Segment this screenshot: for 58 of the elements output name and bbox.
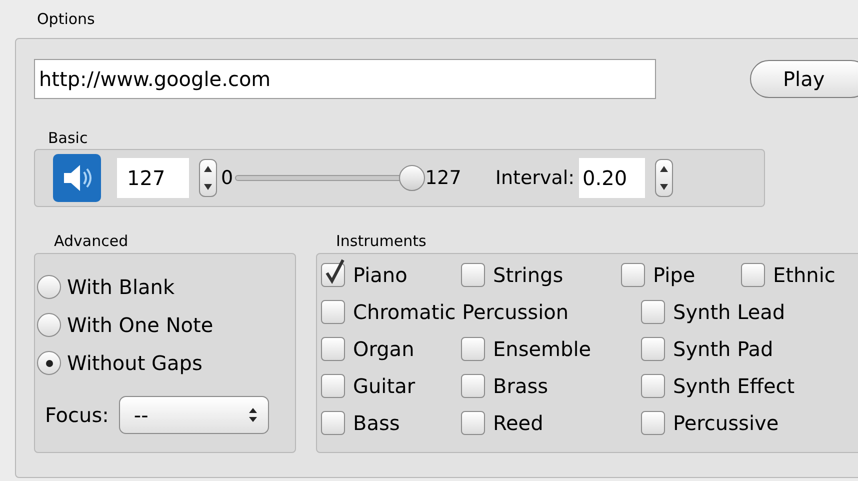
checkbox[interactable]	[461, 410, 485, 434]
focus-dropdown[interactable]: --	[118, 396, 269, 434]
instrument-checkbox[interactable]: Synth Lead	[641, 296, 786, 326]
down-arrow-icon[interactable]	[660, 184, 668, 190]
volume-field[interactable]: 127	[117, 158, 189, 198]
radio-button[interactable]	[37, 351, 61, 375]
checkbox[interactable]	[461, 374, 485, 398]
instrument-checkbox[interactable]: Strings	[461, 260, 564, 290]
checkbox[interactable]	[461, 262, 485, 286]
checkbox[interactable]	[321, 300, 345, 324]
group-title: Options	[36, 9, 96, 30]
interval-field[interactable]: 0.20	[578, 158, 645, 198]
checkbox[interactable]	[321, 374, 345, 398]
instrument-checkbox[interactable]: Organ	[321, 334, 414, 364]
checkbox[interactable]	[621, 262, 645, 286]
speaker-icon[interactable]	[53, 154, 101, 202]
radio-option[interactable]: Without Gaps	[37, 344, 202, 382]
volume-slider[interactable]	[235, 165, 426, 191]
radio-button[interactable]	[37, 313, 61, 337]
checkbox[interactable]	[641, 410, 665, 434]
interval-stepper[interactable]	[654, 159, 673, 197]
checkbox[interactable]	[641, 374, 665, 398]
radio-option[interactable]: With One Note	[37, 306, 214, 344]
focus-label: Focus:	[45, 402, 109, 429]
group-title: Advanced	[53, 231, 130, 251]
instrument-checkbox[interactable]: Pipe	[621, 260, 696, 290]
instrument-checkbox[interactable]: Percussive	[641, 408, 779, 438]
radio-button[interactable]	[37, 275, 61, 299]
checkbox[interactable]	[641, 300, 665, 324]
instrument-checkbox[interactable]: Guitar	[321, 370, 416, 400]
instrument-checkbox[interactable]: Ethnic	[741, 260, 836, 290]
instrument-checkbox[interactable]: Brass	[461, 370, 548, 400]
instrument-checkbox[interactable]: Piano	[321, 260, 408, 290]
down-arrow-icon[interactable]	[204, 184, 212, 190]
instrument-checkbox[interactable]: Bass	[321, 408, 400, 438]
slider-thumb[interactable]	[399, 165, 426, 191]
volume-stepper[interactable]	[199, 159, 217, 197]
up-arrow-icon[interactable]	[204, 166, 212, 172]
radio-option[interactable]: With Blank	[37, 268, 175, 306]
slider-min-label: 0	[221, 166, 234, 191]
checkbox[interactable]	[741, 262, 765, 286]
instrument-checkbox[interactable]: Chromatic Percussion	[321, 296, 569, 326]
checkbox[interactable]	[321, 336, 345, 360]
group-title: Basic	[47, 129, 89, 147]
play-button[interactable]: Play	[750, 60, 858, 98]
slider-max-label: 127	[425, 166, 462, 191]
instrument-checkbox[interactable]: Synth Effect	[641, 370, 795, 400]
checkbox[interactable]	[461, 336, 485, 360]
instrument-checkbox[interactable]: Ensemble	[461, 334, 592, 364]
instrument-checkbox[interactable]: Reed	[461, 408, 544, 438]
group-title: Instruments	[335, 231, 428, 251]
interval-label: Interval:	[495, 166, 575, 191]
checkbox[interactable]	[641, 336, 665, 360]
dropdown-arrows-icon	[248, 407, 258, 423]
checkbox[interactable]	[321, 410, 345, 434]
url-field[interactable]: http://www.google.com	[34, 59, 656, 99]
up-arrow-icon[interactable]	[660, 166, 668, 172]
instrument-checkbox[interactable]: Synth Pad	[641, 334, 774, 364]
